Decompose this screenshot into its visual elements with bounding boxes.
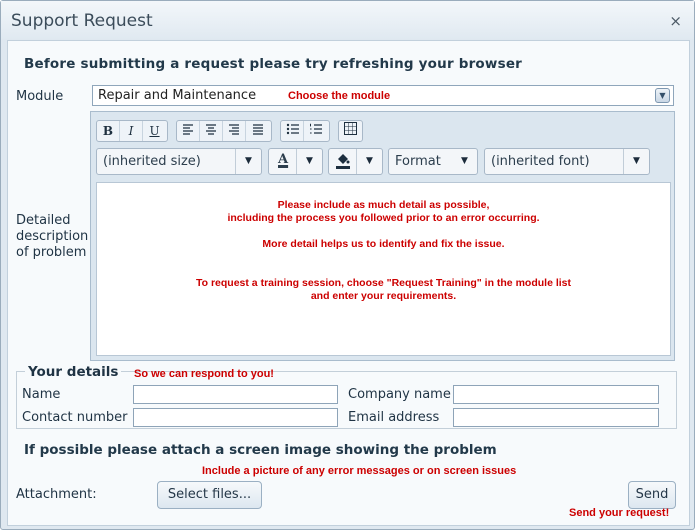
contact-number-input[interactable] [133,408,338,427]
background-color-picker[interactable]: ▼ [328,148,383,175]
align-left-button[interactable] [177,121,200,141]
bullet-list-icon [286,123,299,135]
bold-button[interactable]: B [97,121,120,141]
send-button[interactable]: Send [628,481,676,509]
chevron-down-icon[interactable]: ▼ [452,149,477,174]
email-address-label: Email address [348,410,440,425]
company-name-input[interactable] [453,385,659,404]
title-bar[interactable]: Support Request × [1,1,694,39]
editor-text-line: Please include as much detail as possibl… [277,199,490,211]
font-family-select[interactable]: (inherited font) ▼ [484,148,650,175]
font-color-icon: A [278,152,289,167]
numbered-list-icon [310,123,322,134]
editor-text-line: and enter your requirements. [310,290,457,302]
align-center-icon [206,124,216,135]
form-panel: Before submitting a request please try r… [7,40,690,526]
module-label: Module [16,89,64,104]
chevron-down-icon[interactable]: ▼ [655,88,670,103]
alignment-group [176,120,272,142]
contact-number-label: Contact number [22,410,128,425]
align-center-button[interactable] [200,121,223,141]
font-family-value: (inherited font) [491,154,590,169]
editor-text-line: More detail helps us to identify and fix… [262,238,505,250]
description-textarea[interactable]: Please include as much detail as possibl… [96,182,671,356]
company-name-label: Company name [348,387,451,402]
support-request-dialog: Support Request × Before submitting a re… [0,0,695,530]
description-label-line: Detailed [16,213,71,228]
email-address-input[interactable] [453,408,659,427]
font-size-select[interactable]: (inherited size) ▼ [96,148,262,175]
name-label: Name [22,387,61,402]
description-label: Detailed description of problem [16,213,88,261]
text-style-group: B I U [96,120,168,142]
align-right-icon [229,124,239,135]
font-color-picker[interactable]: A ▼ [268,148,323,175]
details-hint: So we can respond to you! [134,368,274,380]
chevron-down-icon[interactable]: ▼ [235,149,261,174]
select-files-button[interactable]: Select files... [157,481,262,509]
attachment-heading: If possible please attach a screen image… [24,442,497,458]
details-legend: Your details [25,364,122,380]
name-input[interactable] [133,385,338,404]
bullet-list-button[interactable] [281,121,304,141]
send-hint: Send your request! [569,507,670,519]
rich-text-editor: B I U (inherited size) ▼ A ▼ ▼ Format ▼ … [90,111,675,361]
module-selected-value: Repair and Maintenance [98,88,257,103]
description-label-line: description [16,229,89,244]
font-size-value: (inherited size) [103,154,201,169]
dialog-title: Support Request [11,11,153,31]
justify-button[interactable] [246,121,269,141]
table-group [338,120,363,142]
chevron-down-icon[interactable]: ▼ [296,149,322,174]
align-right-button[interactable] [223,121,246,141]
table-icon [344,122,357,135]
justify-icon [252,124,263,135]
italic-button[interactable]: I [120,121,143,141]
align-left-icon [183,124,193,135]
insert-table-button[interactable] [339,121,362,141]
editor-text-line: To request a training session, choose "R… [196,277,571,289]
attachment-label: Attachment: [16,487,97,502]
editor-text-line: including the process you followed prior… [227,212,540,224]
module-select[interactable]: Repair and Maintenance Choose the module… [92,85,674,106]
numbered-list-button[interactable] [304,121,327,141]
format-value: Format [395,154,441,169]
refresh-notice-heading: Before submitting a request please try r… [24,56,523,72]
chevron-down-icon[interactable]: ▼ [623,149,649,174]
module-hint: Choose the module [288,90,391,102]
list-group [280,120,330,142]
close-icon[interactable]: × [669,12,682,30]
paint-bucket-icon [335,152,351,174]
underline-button[interactable]: U [143,121,166,141]
attachment-hint: Include a picture of any error messages … [202,465,517,477]
description-label-line: of problem [16,245,87,260]
format-select[interactable]: Format ▼ [388,148,478,175]
chevron-down-icon[interactable]: ▼ [356,149,382,174]
